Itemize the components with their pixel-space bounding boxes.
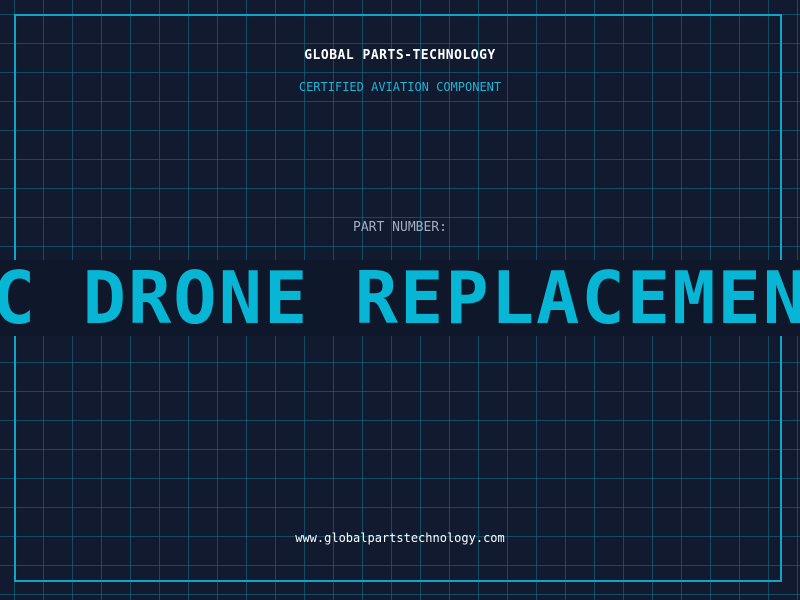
- company-name: GLOBAL PARTS-TECHNOLOGY: [304, 48, 496, 63]
- part-number-label: PART NUMBER:: [353, 220, 447, 235]
- certificate-card: GLOBAL PARTS-TECHNOLOGY CERTIFIED AVIATI…: [0, 0, 800, 600]
- part-name-band: RC DRONE REPLACEMENT: [0, 260, 800, 336]
- certification-tagline: CERTIFIED AVIATION COMPONENT: [298, 80, 502, 94]
- website-link[interactable]: www.globalpartstechnology.com: [0, 531, 800, 545]
- part-name: RC DRONE REPLACEMENT: [0, 260, 800, 336]
